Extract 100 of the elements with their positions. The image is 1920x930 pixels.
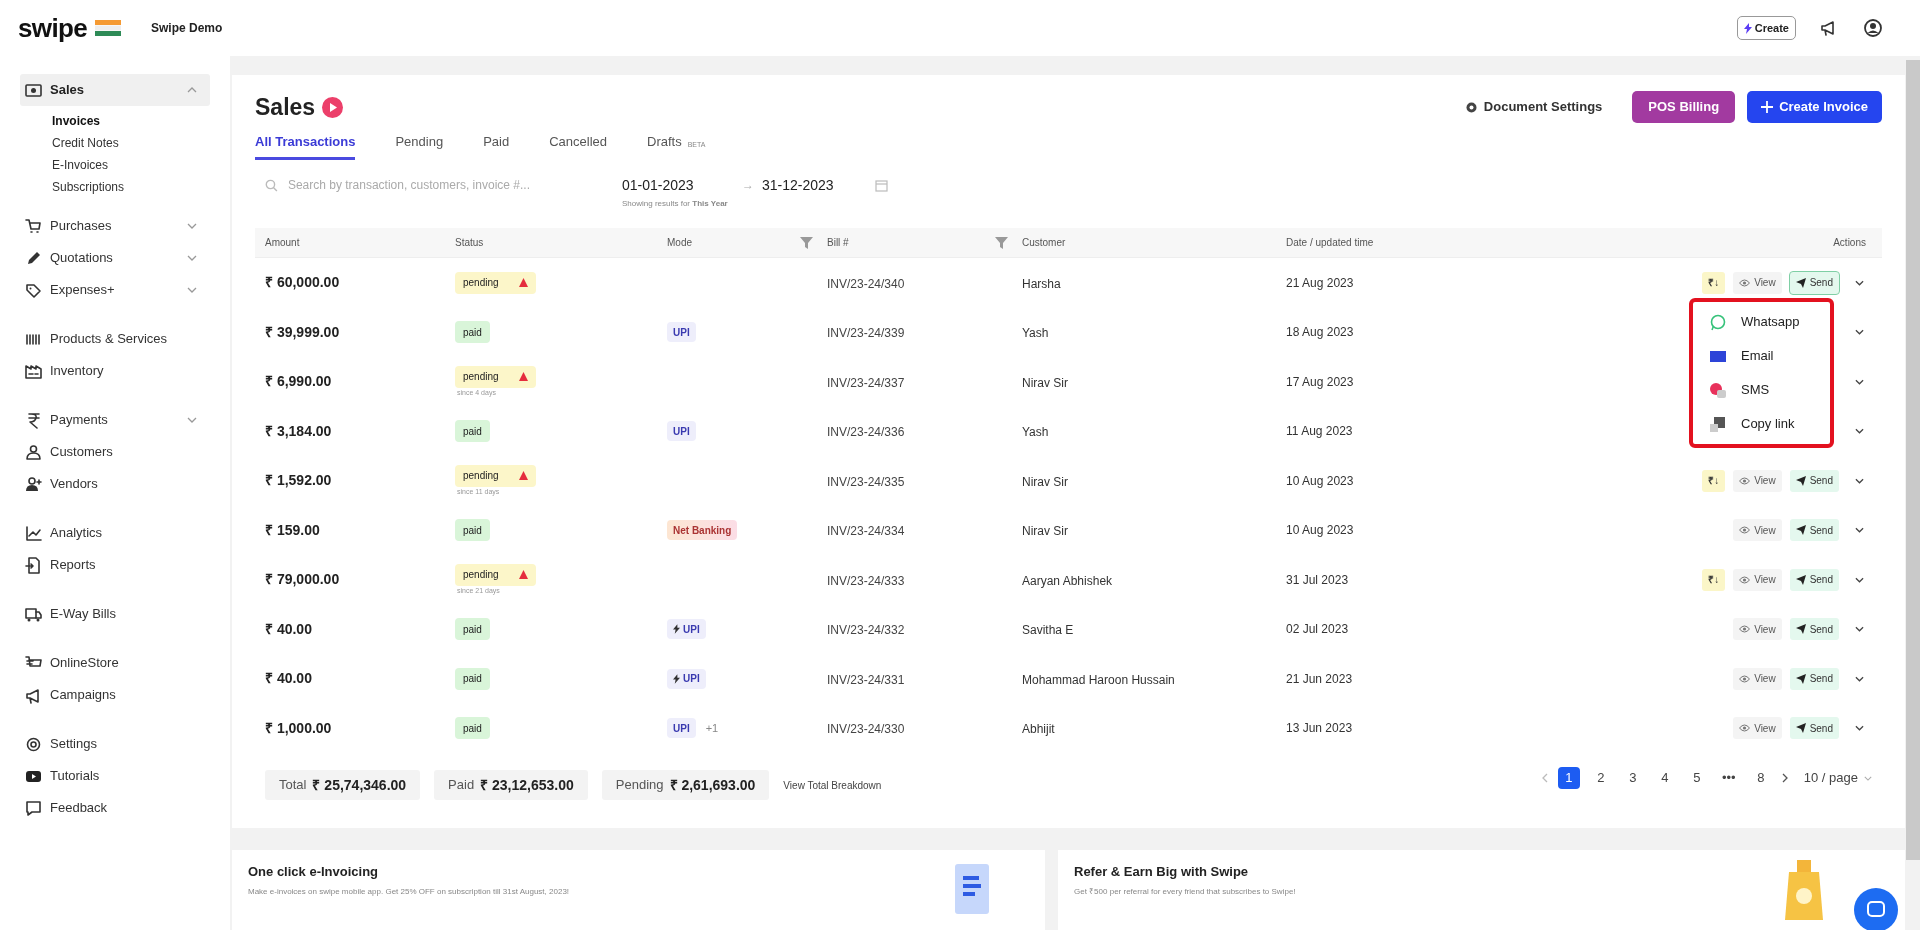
sidebar-item[interactable]: Analytics: [20, 517, 210, 549]
collect-button[interactable]: ₹↓: [1702, 271, 1726, 294]
view-button[interactable]: View: [1733, 717, 1782, 740]
bill-number[interactable]: INV/23-24/330: [827, 722, 905, 737]
sidebar-item[interactable]: Campaigns: [20, 679, 210, 711]
customer-name[interactable]: Abhijit: [1022, 722, 1055, 737]
chevron-down-icon[interactable]: [1855, 626, 1864, 633]
breakdown-link[interactable]: View Total Breakdown: [783, 777, 882, 793]
sidebar-item[interactable]: Tutorials: [20, 760, 210, 792]
sidebar-item[interactable]: Purchases: [20, 210, 210, 242]
view-button[interactable]: View: [1733, 469, 1782, 492]
bill-number[interactable]: INV/23-24/336: [827, 425, 905, 440]
customer-name[interactable]: Yash: [1022, 326, 1049, 341]
page-button[interactable]: 1: [1557, 767, 1580, 789]
filter-icon[interactable]: [995, 236, 1008, 249]
page-button[interactable]: 3: [1621, 767, 1644, 789]
page-size-select[interactable]: 10 / page: [1803, 768, 1872, 788]
sidebar-item[interactable]: Expenses+: [20, 274, 210, 306]
chevron-right-icon[interactable]: [1781, 773, 1788, 783]
sidebar-item[interactable]: Sales: [20, 74, 210, 106]
pos-billing-button[interactable]: POS Billing: [1632, 91, 1736, 123]
send-button[interactable]: Send: [1789, 568, 1839, 591]
view-button[interactable]: View: [1733, 519, 1782, 542]
play-icon[interactable]: [322, 96, 344, 118]
sidebar-item[interactable]: E-Way Bills: [20, 598, 210, 630]
send-button[interactable]: Send: [1789, 271, 1839, 294]
chevron-down-icon[interactable]: [1855, 576, 1864, 583]
customer-name[interactable]: Yash: [1022, 425, 1049, 440]
chevron-down-icon[interactable]: [1855, 378, 1864, 385]
company-name[interactable]: Swipe Demo: [151, 19, 223, 37]
scrollbar[interactable]: [1906, 60, 1920, 860]
send-button[interactable]: Send: [1789, 519, 1839, 542]
search-field[interactable]: Search by transaction, customers, invoice #...: [255, 176, 585, 194]
sidebar-item[interactable]: Products & Services: [20, 323, 210, 355]
chevron-down-icon[interactable]: [1855, 279, 1864, 286]
view-button[interactable]: View: [1733, 618, 1782, 641]
send-button[interactable]: Send: [1789, 469, 1839, 492]
tab[interactable]: Drafts: [647, 131, 682, 160]
chevron-down-icon[interactable]: [1855, 477, 1864, 484]
sidebar-item[interactable]: OnlineStore: [20, 647, 210, 679]
customer-name[interactable]: Harsha: [1022, 276, 1061, 291]
tab[interactable]: All Transactions: [255, 131, 356, 160]
document-settings-button[interactable]: Document Settings: [1464, 97, 1603, 117]
sidebar-subitem[interactable]: Subscriptions: [52, 178, 125, 200]
user-icon[interactable]: [1864, 19, 1882, 37]
bill-number[interactable]: INV/23-24/333: [827, 573, 905, 588]
create-invoice-button[interactable]: Create Invoice: [1747, 91, 1882, 123]
menu-item[interactable]: Copy link: [1709, 412, 1830, 436]
sidebar-item[interactable]: Payments: [20, 404, 210, 436]
sidebar-item[interactable]: Settings: [20, 728, 210, 760]
bill-number[interactable]: INV/23-24/337: [827, 375, 905, 390]
send-button[interactable]: Send: [1789, 618, 1839, 641]
view-button[interactable]: View: [1733, 568, 1782, 591]
sidebar-item[interactable]: Quotations: [20, 242, 210, 274]
bill-number[interactable]: INV/23-24/335: [827, 474, 905, 489]
bill-number[interactable]: INV/23-24/334: [827, 524, 905, 539]
page-button[interactable]: •••: [1717, 767, 1740, 789]
customer-name[interactable]: Savitha E: [1022, 623, 1074, 638]
page-button[interactable]: 5: [1685, 767, 1708, 789]
send-button[interactable]: Send: [1789, 717, 1839, 740]
bill-number[interactable]: INV/23-24/331: [827, 672, 905, 687]
chevron-down-icon[interactable]: [1855, 725, 1864, 732]
customer-name[interactable]: Aaryan Abhishek: [1022, 573, 1113, 588]
customer-name[interactable]: Nirav Sir: [1022, 524, 1068, 539]
send-button[interactable]: Send: [1789, 667, 1839, 690]
tab[interactable]: Paid: [483, 131, 510, 160]
create-button[interactable]: Create: [1736, 16, 1796, 40]
menu-item[interactable]: SMS: [1709, 378, 1830, 402]
page-button[interactable]: 8: [1749, 767, 1772, 789]
page-button[interactable]: 2: [1589, 767, 1612, 789]
view-button[interactable]: View: [1733, 271, 1782, 294]
customer-name[interactable]: Nirav Sir: [1022, 474, 1068, 489]
tab[interactable]: Pending: [395, 131, 444, 160]
bill-number[interactable]: INV/23-24/332: [827, 623, 905, 638]
customer-name[interactable]: Mohammad Haroon Hussain: [1022, 672, 1175, 687]
sidebar-subitem[interactable]: Invoices: [52, 112, 101, 134]
sidebar-item[interactable]: Feedback: [20, 792, 210, 824]
bill-number[interactable]: INV/23-24/340: [827, 276, 905, 291]
date-from-field[interactable]: 01-01-2023: [622, 174, 742, 196]
tab[interactable]: Cancelled: [549, 131, 607, 160]
bill-number[interactable]: INV/23-24/339: [827, 326, 905, 341]
sidebar-item[interactable]: Customers: [20, 436, 210, 468]
filter-icon[interactable]: [800, 236, 813, 249]
sidebar-subitem[interactable]: Credit Notes: [52, 134, 119, 156]
sidebar-item[interactable]: Reports: [20, 549, 210, 581]
menu-item[interactable]: Email: [1709, 344, 1830, 368]
sidebar-subitem[interactable]: E-Invoices: [52, 156, 109, 178]
chevron-down-icon[interactable]: [1855, 527, 1864, 534]
sidebar-item[interactable]: Vendors: [20, 468, 210, 500]
collect-button[interactable]: ₹↓: [1702, 568, 1726, 591]
customer-name[interactable]: Nirav Sir: [1022, 375, 1068, 390]
collect-button[interactable]: ₹↓: [1702, 469, 1726, 492]
menu-item[interactable]: Whatsapp: [1709, 310, 1830, 334]
chevron-down-icon[interactable]: [1855, 329, 1864, 336]
sidebar-item[interactable]: Inventory: [20, 355, 210, 387]
chevron-down-icon[interactable]: [1855, 675, 1864, 682]
date-to-field[interactable]: 31-12-2023: [762, 174, 857, 196]
chevron-down-icon[interactable]: [1855, 428, 1864, 435]
page-button[interactable]: 4: [1653, 767, 1676, 789]
view-button[interactable]: View: [1733, 667, 1782, 690]
